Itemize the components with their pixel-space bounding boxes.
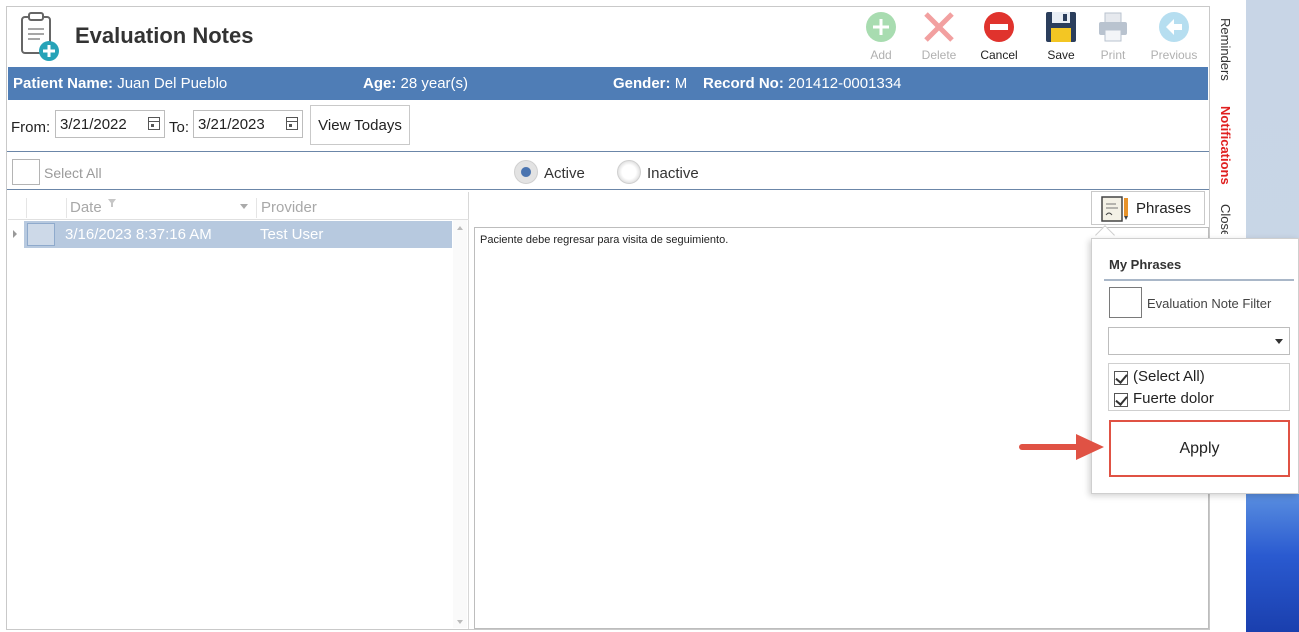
scroll-down-icon[interactable] [457,620,463,624]
age-label: Age: [363,75,397,92]
scroll-up-icon[interactable] [457,226,463,230]
previous-label: Previous [1150,48,1198,62]
record-label: Record No: [703,75,784,92]
phrases-label: Phrases [1136,200,1192,217]
active-label: Active [544,165,585,182]
cancel-label: Cancel [980,48,1018,62]
sort-dropdown-icon[interactable] [240,204,248,209]
active-radio[interactable] [514,160,538,184]
notifications-tab[interactable]: Notifications [1218,106,1233,185]
inactive-label: Inactive [647,165,699,182]
age-value: 28 year(s) [400,75,469,92]
gender-value: M [674,75,688,92]
row-indicator-icon [13,230,17,238]
calendar-icon[interactable] [286,117,298,130]
row-checkbox[interactable] [27,223,55,246]
column-divider [66,198,67,218]
previous-button[interactable]: Previous [1146,10,1202,66]
date-filter-row: From: 3/21/2022 To: 3/21/2023 View Today… [7,101,1209,151]
print-label: Print [1100,48,1126,62]
to-date-field[interactable]: 3/21/2023 [193,110,303,138]
print-icon [1099,12,1127,42]
apply-button[interactable]: Apply [1109,420,1290,477]
grid-scrollbar[interactable] [453,220,467,628]
row-provider: Test User [260,226,324,243]
evaluation-note-filter-checkbox[interactable] [1109,287,1142,318]
checkbox-checked[interactable] [1114,393,1128,407]
calendar-icon[interactable] [148,117,160,130]
cancel-button[interactable]: Cancel [971,10,1027,66]
divider [7,189,1209,190]
page-title: Evaluation Notes [75,23,254,48]
to-label: To: [169,119,190,136]
from-date-field[interactable]: 3/21/2022 [55,110,165,138]
to-date-value: 3/21/2023 [198,116,265,133]
select-all-label: Select All [44,165,102,181]
gender-label: Gender: [613,75,671,92]
column-divider [26,198,27,218]
phrases-button[interactable]: Phrases [1091,191,1205,225]
my-phrases-popup: My Phrases Evaluation Note Filter (Selec… [1091,238,1299,494]
view-todays-button[interactable]: View Todays [310,105,410,145]
inactive-radio[interactable] [617,160,641,184]
save-icon [1046,12,1076,42]
popup-title: My Phrases [1109,257,1182,272]
list-item-label: Fuerte dolor [1133,390,1214,407]
provider-column-header[interactable]: Provider [261,199,317,216]
reminders-tab[interactable]: Reminders [1218,18,1233,81]
delete-icon [924,12,954,42]
phrase-category-dropdown[interactable] [1108,327,1290,355]
evaluation-note-filter-label: Evaluation Note Filter [1147,296,1272,311]
delete-button[interactable]: Delete [911,10,967,66]
notes-grid: Date Provider 3/16/2023 8:37:16 AM Test … [8,192,469,629]
arrow-left-icon [1159,12,1189,42]
patient-name-value: Juan Del Pueblo [117,75,228,92]
close-tab[interactable]: Close [1218,204,1233,234]
filter-icon[interactable] [108,195,116,211]
title-bar: Evaluation Notes Add Delete Cancel Save … [7,7,1209,67]
patient-name-label: Patient Name: [13,75,114,92]
evaluation-notes-window: Evaluation Notes Add Delete Cancel Save … [6,6,1210,630]
save-label: Save [1047,48,1075,62]
patient-age: Age: 28 year(s) [363,75,468,92]
evaluation-notes-icon [19,11,63,63]
cancel-icon [984,12,1014,42]
patient-gender: Gender: M [613,75,687,92]
chevron-down-icon[interactable] [1275,339,1283,344]
patient-name: Patient Name: Juan Del Pueblo [13,75,227,92]
checkbox-checked[interactable] [1114,371,1128,385]
phrase-list: (Select All) Fuerte dolor [1108,363,1290,411]
row-date: 3/16/2023 8:37:16 AM [65,226,212,243]
patient-record: Record No: 201412-0001334 [703,75,901,92]
print-button[interactable]: Print [1085,10,1141,66]
record-value: 201412-0001334 [788,75,902,92]
popup-divider [1104,279,1294,281]
list-item-label: (Select All) [1133,368,1205,385]
add-label: Add [870,48,892,62]
grid-header: Date Provider [8,192,469,220]
select-all-checkbox[interactable] [12,159,40,185]
date-column-header[interactable]: Date [70,199,102,216]
from-date-value: 3/21/2022 [60,116,127,133]
patient-info-bar: Patient Name: Juan Del Pueblo Age: 28 ye… [8,67,1208,100]
divider [7,151,1209,152]
note-text: Paciente debe regresar para visita de se… [480,234,729,246]
save-button[interactable]: Save [1033,10,1089,66]
column-divider [256,198,257,218]
add-button[interactable]: Add [853,10,909,66]
phrases-icon [1100,196,1130,226]
red-arrow-annotation [1019,434,1104,460]
from-label: From: [11,119,51,136]
table-row[interactable]: 3/16/2023 8:37:16 AM Test User [24,221,452,248]
add-icon [866,12,896,42]
status-row: Select All Active Inactive [7,153,1209,191]
delete-label: Delete [921,48,957,62]
